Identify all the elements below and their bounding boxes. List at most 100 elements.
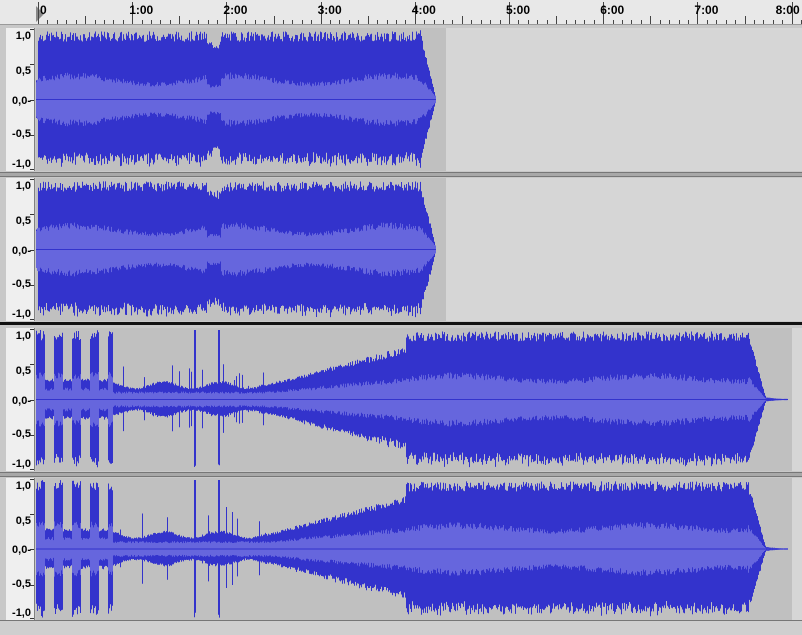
- ruler-time-label: 5:00: [506, 3, 531, 17]
- ruler-minor-tick: [169, 20, 171, 24]
- ruler-minor-tick: [216, 20, 218, 24]
- ruler-minor-tick: [678, 20, 680, 24]
- ruler-minor-tick: [744, 16, 746, 24]
- track-divider[interactable]: [0, 322, 802, 325]
- scale-tick: [30, 64, 34, 65]
- ruler-minor-tick: [94, 20, 96, 24]
- ruler-minor-tick: [650, 16, 652, 24]
- ruler-minor-tick: [725, 20, 727, 24]
- waveform-area[interactable]: [36, 178, 802, 321]
- scale-label: -1,0: [12, 308, 31, 320]
- ruler-minor-tick: [395, 20, 397, 24]
- scale-tick: [30, 549, 34, 550]
- ruler-minor-tick: [546, 20, 548, 24]
- ruler-minor-tick: [735, 20, 737, 24]
- horizontal-scrollbar[interactable]: [0, 620, 802, 635]
- scale-tick: [30, 585, 34, 586]
- scale-tick: [30, 319, 34, 320]
- scale-label: -0,5: [12, 428, 31, 441]
- scale-label: 0,5: [15, 64, 31, 77]
- ruler-minor-tick: [151, 20, 153, 24]
- ruler-time-label: 7:00: [694, 3, 719, 17]
- waveform-area[interactable]: [36, 478, 802, 620]
- timeline-ruler[interactable]: 0 1:00 2:00 3:00 4:00 5:00 6:00 7:00 8:00: [0, 0, 802, 25]
- ruler-minor-tick: [264, 20, 266, 24]
- scale-label: 1,0: [15, 30, 31, 42]
- waveform-display: [36, 30, 436, 168]
- ruler-minor-tick: [424, 20, 426, 24]
- ruler-minor-tick: [659, 20, 661, 24]
- ruler-minor-tick: [716, 20, 718, 24]
- scale-label: 0,5: [15, 214, 31, 227]
- ruler-minor-tick: [527, 20, 529, 24]
- ruler-minor-tick: [518, 20, 520, 24]
- vertical-scale: 1,0 0,5 0,0- -0,5 -1,0: [6, 328, 35, 471]
- vertical-scale: 1,0 0,5 0,0- -0,5 -1,0: [6, 28, 35, 171]
- ruler-minor-tick: [556, 16, 558, 24]
- waveform-area[interactable]: [36, 28, 802, 171]
- waveform-area[interactable]: [36, 328, 802, 471]
- ruler-minor-tick: [471, 20, 473, 24]
- ruler-minor-tick: [480, 20, 482, 24]
- scale-label: 0,0-: [12, 394, 31, 407]
- channel-separator: [0, 172, 802, 177]
- ruler-time-label: 8:00: [775, 3, 800, 17]
- ruler-minor-tick: [452, 20, 454, 24]
- scale-tick: [30, 400, 34, 401]
- ruler-time-label: 3:00: [317, 3, 342, 17]
- ruler-minor-tick: [254, 20, 256, 24]
- track-2-right-channel[interactable]: 1,0 0,5 0,0- -0,5 -1,0: [0, 478, 802, 620]
- ruler-minor-tick: [245, 20, 247, 24]
- ruler-minor-tick: [348, 20, 350, 24]
- ruler-minor-tick: [461, 16, 463, 24]
- audio-track-2[interactable]: 1,0 0,5 0,0- -0,5 -1,0 1,0 0,5 0,0- -0,5 -1,0: [0, 326, 802, 620]
- ruler-minor-tick: [330, 20, 332, 24]
- ruler-minor-tick: [188, 20, 190, 24]
- ruler-minor-tick: [631, 20, 633, 24]
- ruler-minor-tick: [301, 20, 303, 24]
- track-2-left-channel[interactable]: 1,0 0,5 0,0- -0,5 -1,0: [0, 328, 802, 471]
- ruler-major-tick: [38, 2, 39, 24]
- ruler-minor-tick: [141, 20, 143, 24]
- ruler-minor-tick: [235, 20, 237, 24]
- track-1-left-channel[interactable]: 1,0 0,5 0,0- -0,5 -1,0: [0, 28, 802, 171]
- scale-label: 0,0-: [12, 544, 31, 556]
- ruler-minor-tick: [443, 20, 445, 24]
- scale-tick: [30, 179, 34, 180]
- ruler-time-label: 6:00: [600, 3, 625, 17]
- ruler-minor-tick: [377, 20, 379, 24]
- ruler-minor-tick: [565, 20, 567, 24]
- scale-tick: [30, 514, 34, 515]
- ruler-minor-tick: [782, 20, 784, 24]
- ruler-minor-tick: [593, 20, 595, 24]
- ruler-minor-tick: [622, 20, 624, 24]
- scale-tick: [30, 250, 34, 251]
- ruler-time-label: 4:00: [411, 3, 436, 17]
- ruler-minor-tick: [405, 20, 407, 24]
- ruler-minor-tick: [75, 20, 77, 24]
- scale-tick: [30, 364, 34, 365]
- scale-tick: [30, 135, 34, 136]
- scale-tick: [30, 29, 34, 30]
- ruler-minor-tick: [706, 20, 708, 24]
- ruler-time-label: 2:00: [223, 3, 248, 17]
- scale-tick: [30, 100, 34, 101]
- ruler-minor-tick: [433, 20, 435, 24]
- scale-label: -0,5: [12, 278, 31, 291]
- ruler-minor-tick: [367, 16, 369, 24]
- channel-separator: [0, 472, 802, 477]
- ruler-minor-tick: [103, 20, 105, 24]
- ruler-minor-tick: [753, 20, 755, 24]
- scale-label: 1,0: [15, 480, 31, 492]
- ruler-minor-tick: [282, 20, 284, 24]
- ruler-minor-tick: [669, 20, 671, 24]
- scale-tick: [30, 618, 34, 619]
- ruler-minor-tick: [85, 16, 87, 24]
- scale-tick: [30, 435, 34, 436]
- ruler-minor-tick: [584, 20, 586, 24]
- audio-track-1[interactable]: 1,0 0,5 0,0- -0,5 -1,0 1,0 0,5 0,0- -0,5 -1,0: [0, 26, 802, 322]
- scale-label: 0,5: [15, 514, 31, 527]
- scale-tick: [30, 469, 34, 470]
- ruler-minor-tick: [66, 20, 68, 24]
- track-1-right-channel[interactable]: 1,0 0,5 0,0- -0,5 -1,0: [0, 178, 802, 321]
